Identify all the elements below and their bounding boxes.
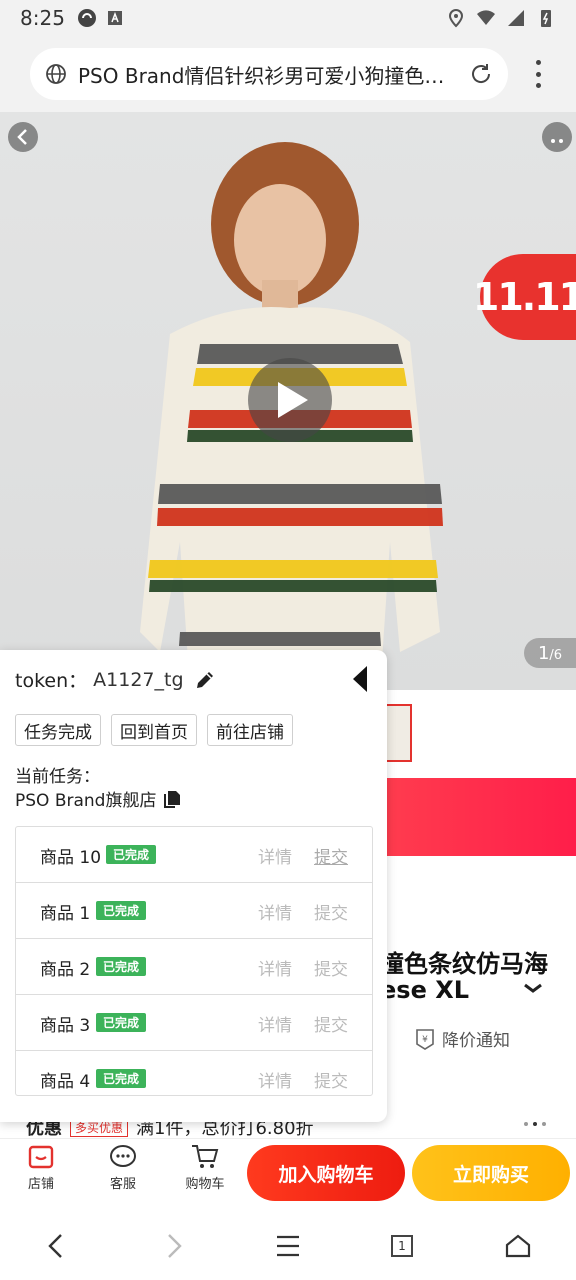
svg-text:¥: ¥	[422, 1035, 428, 1045]
task-complete-button[interactable]: 任务完成	[15, 714, 101, 746]
arrow-forward-icon	[168, 1234, 182, 1258]
task-detail-link[interactable]: 详情	[258, 899, 292, 924]
tab-count: 1	[391, 1235, 413, 1257]
task-submit-link[interactable]: 提交	[314, 955, 348, 980]
address-bar[interactable]: PSO Brand情侣针织衫男可爱小狗撞色…	[30, 48, 508, 100]
task-name: 商品 2	[40, 960, 91, 980]
globe-icon	[46, 64, 66, 84]
task-detail-link[interactable]: 详情	[258, 843, 292, 868]
status-badge: 已完成	[96, 1069, 147, 1088]
cart-button[interactable]: 购物车	[175, 1143, 235, 1192]
status-badge: 已完成	[96, 901, 147, 920]
product-title-line2: ese XL	[380, 976, 469, 1004]
store-label: 店铺	[27, 1177, 54, 1192]
browser-toolbar: PSO Brand情侣针织衫男可爱小狗撞色…	[0, 36, 576, 112]
wifi-icon	[477, 10, 495, 25]
status-bar: 8:25	[0, 0, 576, 36]
url-text[interactable]: PSO Brand情侣针织衫男可爱小狗撞色…	[78, 60, 462, 89]
signal-icon	[508, 10, 524, 26]
nav-forward-button[interactable]	[156, 1228, 192, 1264]
buy-now-button[interactable]: 立即购买	[412, 1145, 570, 1201]
store-button[interactable]: 店铺	[11, 1143, 71, 1192]
task-submit-link[interactable]: 提交	[314, 1011, 348, 1036]
pager-total: /6	[549, 647, 563, 663]
status-badge: 已完成	[96, 1013, 147, 1032]
play-icon	[278, 382, 308, 418]
task-detail-link[interactable]: 详情	[258, 1067, 292, 1092]
token-value: A1127_tg	[93, 668, 184, 691]
collapse-panel-button[interactable]	[351, 664, 369, 698]
play-video-button[interactable]	[248, 358, 332, 442]
status-time: 8:25	[20, 6, 65, 30]
task-detail-link[interactable]: 详情	[258, 955, 292, 980]
app-notification-icon	[77, 9, 96, 27]
task-detail-link[interactable]: 详情	[258, 1011, 292, 1036]
service-label: 客服	[109, 1177, 136, 1192]
nav-tabs-button[interactable]: 1	[384, 1228, 420, 1264]
task-name: 商品 10	[40, 848, 102, 868]
home-icon	[505, 1234, 531, 1258]
expand-title-icon[interactable]	[522, 976, 544, 1000]
add-to-cart-button[interactable]: 加入购物车	[247, 1145, 405, 1201]
image-pager: 1/6	[524, 638, 576, 668]
nav-menu-button[interactable]	[270, 1228, 306, 1264]
product-image[interactable]: 11.11 1/6	[0, 112, 576, 690]
panel-button-row: 任务完成 回到首页 前往店铺	[15, 714, 293, 746]
current-task-label: 当前任务：	[15, 767, 100, 787]
hamburger-icon	[277, 1235, 299, 1257]
text-notification-icon	[107, 11, 122, 25]
badge-text: 11.11	[472, 275, 576, 319]
nav-home-button[interactable]	[500, 1228, 536, 1264]
token-label: token：	[15, 670, 88, 692]
arrow-back-icon	[48, 1234, 62, 1258]
task-submit-link[interactable]: 提交	[314, 899, 348, 924]
task-list[interactable]: 商品 10 已完成 详情 提交 商品 1 已完成 详情 提交 商品 2 已完成 …	[15, 826, 373, 1096]
battery-icon	[541, 10, 551, 27]
status-badge: 已完成	[106, 845, 157, 864]
price-notify-button[interactable]: ¥ 降价通知	[414, 1026, 510, 1051]
double-eleven-badge[interactable]: 11.11	[473, 254, 576, 340]
task-name: 商品 3	[40, 1016, 91, 1036]
current-task-value: PSO Brand旗舰店	[15, 791, 157, 811]
chevron-left-icon	[17, 129, 27, 145]
browser-nav-bar: 1	[0, 1210, 576, 1280]
pager-current: 1	[537, 642, 550, 664]
service-button[interactable]: 客服	[93, 1143, 153, 1192]
copy-icon[interactable]	[162, 789, 182, 809]
task-row: 商品 3 已完成 详情 提交	[16, 995, 372, 1051]
task-name: 商品 4	[40, 1072, 91, 1092]
bottom-action-bar: 店铺 客服 购物车 加入购物车 立即购买	[0, 1138, 576, 1210]
go-store-button[interactable]: 前往店铺	[207, 714, 293, 746]
reload-icon[interactable]	[468, 61, 494, 87]
task-row: 商品 4 已完成 详情 提交	[16, 1051, 372, 1095]
triangle-left-icon	[353, 666, 367, 692]
carousel-dots	[524, 1122, 546, 1126]
status-badge: 已完成	[96, 957, 147, 976]
product-title-line1: 撞色条纹仿马海	[380, 950, 548, 978]
cart-label: 购物车	[185, 1177, 225, 1192]
back-button[interactable]	[8, 122, 38, 152]
price-notify-label: 降价通知	[442, 1031, 510, 1051]
current-task-row: PSO Brand旗舰店	[15, 786, 182, 811]
task-submit-link[interactable]: 提交	[314, 1067, 348, 1092]
task-row: 商品 2 已完成 详情 提交	[16, 939, 372, 995]
cart-icon	[192, 1145, 219, 1168]
back-home-button[interactable]: 回到首页	[111, 714, 197, 746]
task-name: 商品 1	[40, 904, 91, 924]
price-tag-icon: ¥	[416, 1028, 434, 1050]
task-panel: token： A1127_tg 任务完成 回到首页 前往店铺 当前任务： PSO…	[0, 650, 387, 1122]
more-options-button[interactable]	[542, 122, 572, 152]
token-row: token： A1127_tg	[15, 666, 216, 693]
task-submit-link[interactable]: 提交	[314, 843, 348, 868]
store-icon	[28, 1145, 54, 1169]
browser-menu-icon[interactable]	[526, 56, 550, 92]
location-icon	[448, 8, 464, 28]
task-row: 商品 10 已完成 详情 提交	[16, 827, 372, 883]
chat-icon	[110, 1145, 136, 1167]
task-row: 商品 1 已完成 详情 提交	[16, 883, 372, 939]
edit-icon[interactable]	[194, 669, 216, 691]
nav-back-button[interactable]	[38, 1228, 74, 1264]
